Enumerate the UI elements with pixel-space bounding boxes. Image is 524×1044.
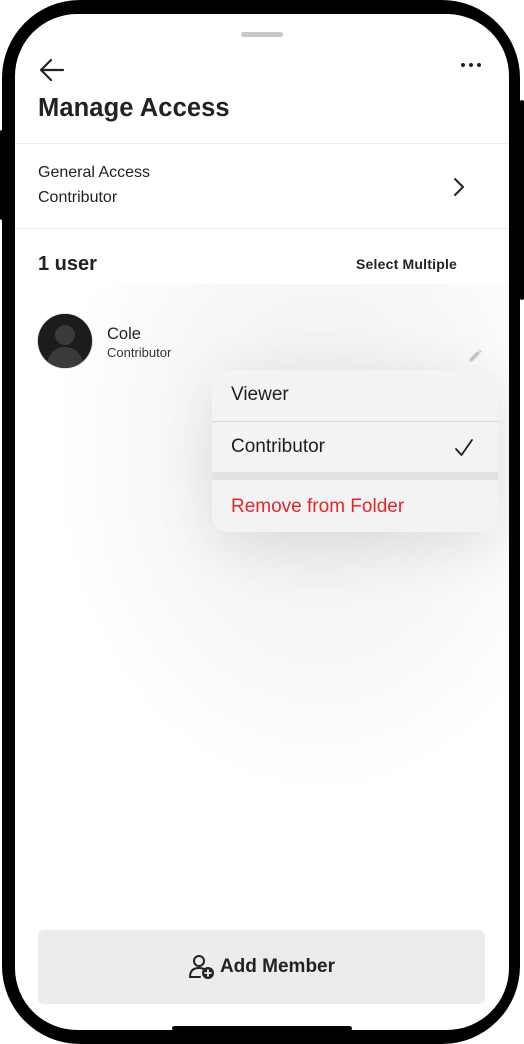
sheet-grabber[interactable] [241,32,283,37]
arrow-left-icon [39,58,65,82]
app-screen: Manage Access General Access Contributor… [15,14,509,1030]
add-member-label: Add Member [219,956,336,977]
general-access-value: Contributor [38,189,118,206]
chevron-right-icon [454,178,464,196]
add-member-content: Add Member [38,930,485,1004]
remove-from-folder-label: Remove from Folder [231,496,405,517]
page-title: Manage Access [38,94,230,122]
member-row[interactable]: Cole Contributor [15,310,509,372]
menu-group-separator [212,472,498,480]
divider [15,228,509,229]
checkmark-icon [455,439,473,456]
select-multiple-button[interactable]: Select Multiple [356,256,457,272]
menu-item-contributor[interactable]: Contributor [212,422,498,472]
menu-item-viewer[interactable]: Viewer [212,370,498,421]
add-member-button[interactable]: Add Member [38,930,485,1004]
remove-from-folder-button[interactable]: Remove from Folder [212,480,498,532]
menu-item-label: Contributor [231,436,325,457]
phone-device: Manage Access General Access Contributor… [0,0,524,1044]
add-user-icon [188,955,214,979]
phone-side-button-left [0,130,4,220]
member-name: Cole [107,325,141,343]
menu-item-label: Viewer [231,384,289,405]
general-access-title: General Access [38,164,151,181]
role-menu: Viewer Contributor Remove from Folder [212,370,498,532]
general-access-row[interactable]: General Access Contributor [15,144,509,228]
back-button[interactable] [37,56,67,84]
more-options-button[interactable] [459,58,483,72]
user-count-heading: 1 user [38,253,97,275]
phone-side-button-right [520,100,524,300]
home-indicator [172,1026,352,1030]
more-horizontal-icon [461,63,481,67]
avatar [38,314,92,368]
member-role: Contributor [107,345,172,360]
avatar-silhouette-icon [38,314,92,368]
pencil-icon[interactable] [467,348,483,364]
